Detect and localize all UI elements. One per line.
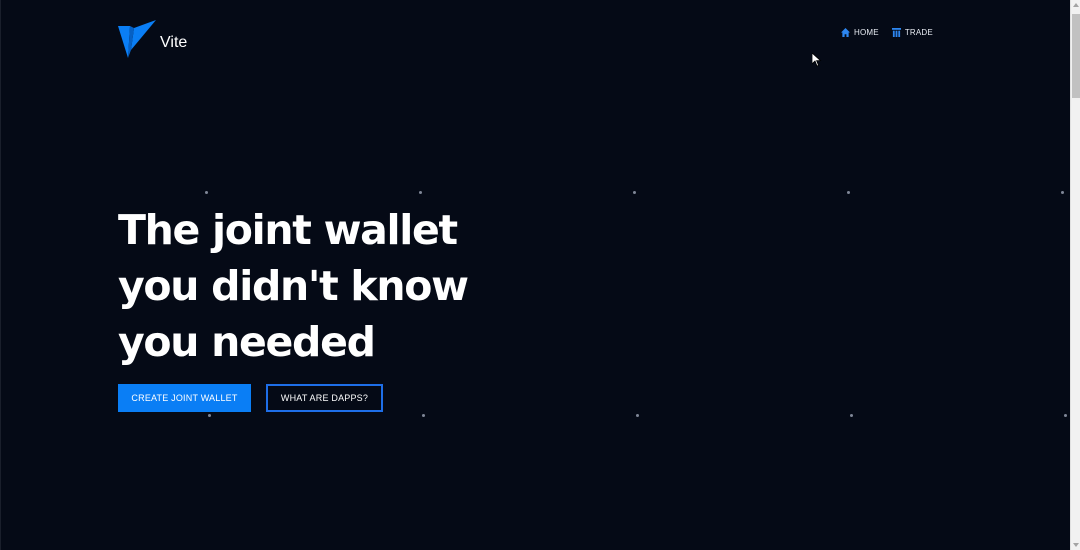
- brand-logo[interactable]: Vite: [118, 20, 187, 60]
- background-dot: [1061, 191, 1064, 194]
- scroll-up-icon[interactable]: [1073, 3, 1079, 7]
- hero-title: The joint wallet you didn't know you nee…: [118, 202, 478, 370]
- nav-item-label: TRADE: [904, 28, 933, 37]
- scrollbar-thumb[interactable]: [1072, 14, 1080, 98]
- background-dot: [1064, 414, 1067, 417]
- hero-title-line: you needed: [118, 318, 376, 366]
- background-dot: [205, 191, 208, 194]
- home-icon: [841, 28, 850, 37]
- scroll-down-icon[interactable]: [1073, 543, 1079, 547]
- hero-title-line: The joint wallet: [118, 206, 458, 254]
- background-dot: [636, 414, 639, 417]
- hero-title-line: you didn't know: [118, 262, 469, 310]
- what-are-dapps-button[interactable]: WHAT ARE DAPPS?: [266, 384, 383, 412]
- background-dot: [850, 414, 853, 417]
- trade-icon: [891, 28, 901, 37]
- top-nav: HOME TRADE: [841, 28, 946, 37]
- background-dot: [847, 191, 850, 194]
- nav-item-home[interactable]: HOME: [841, 28, 879, 37]
- background-dot: [633, 191, 636, 194]
- landing-page: Vite HOME TRADE The joint wallet you did…: [0, 0, 1080, 550]
- vite-logo-icon: [118, 20, 156, 58]
- nav-item-trade[interactable]: TRADE: [891, 28, 933, 37]
- create-joint-wallet-button[interactable]: CREATE JOINT WALLET: [118, 384, 251, 412]
- background-dot: [419, 191, 422, 194]
- mouse-cursor-icon: [812, 53, 822, 67]
- brand-name: Vite: [160, 34, 188, 51]
- background-dot: [208, 414, 211, 417]
- background-dot: [422, 414, 425, 417]
- nav-item-label: HOME: [854, 28, 879, 37]
- vertical-scrollbar[interactable]: [1070, 0, 1080, 550]
